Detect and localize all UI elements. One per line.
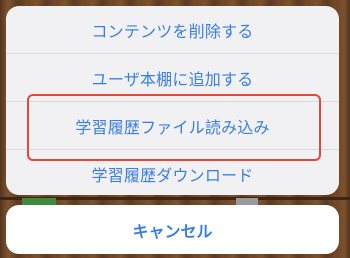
delete-content-button[interactable]: コンテンツを削除する <box>6 6 339 53</box>
delete-content-label: コンテンツを削除する <box>91 21 254 41</box>
cancel-button[interactable]: キャンセル <box>6 205 339 254</box>
download-learning-history-label: 学習履歴ダウンロード <box>91 165 254 185</box>
cancel-label: キャンセル <box>132 221 213 241</box>
highlight-annotation <box>27 94 321 161</box>
add-to-user-shelf-label: ユーザ本棚に追加する <box>91 69 254 89</box>
